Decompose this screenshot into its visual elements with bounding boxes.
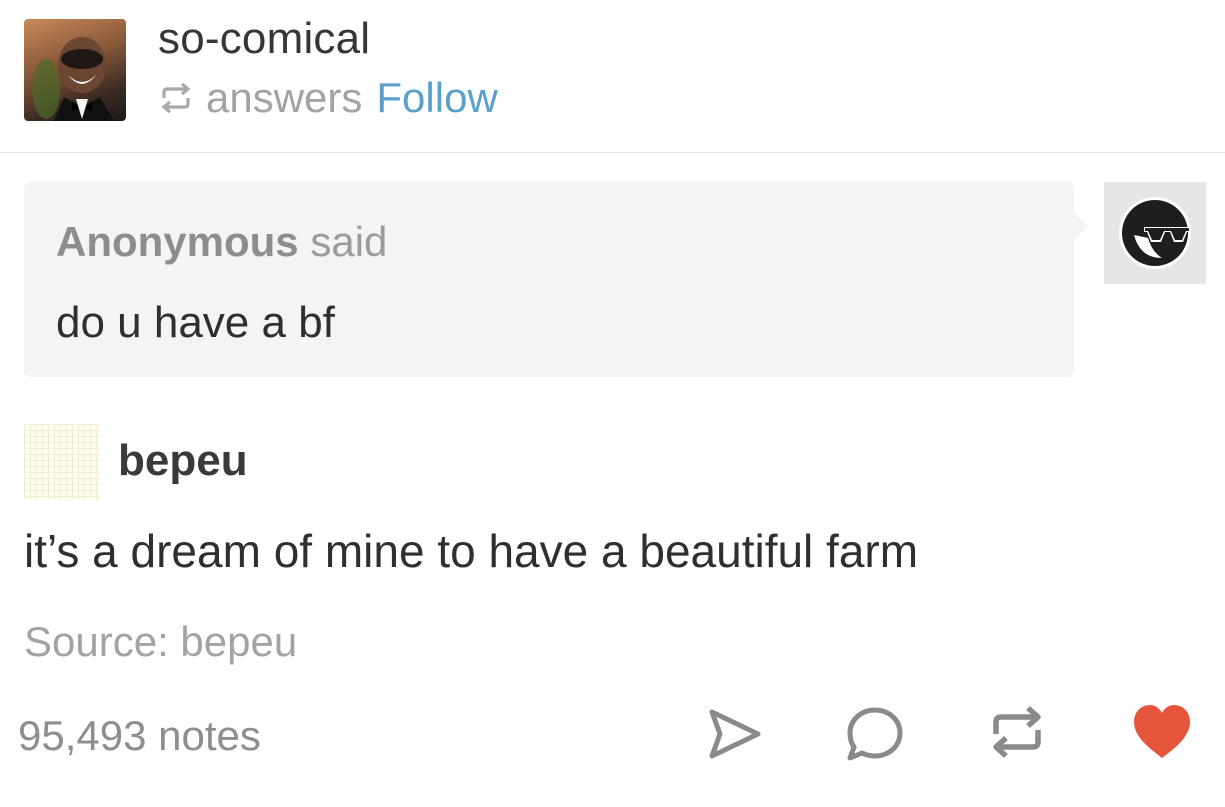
reblog-icon[interactable] xyxy=(985,700,1049,764)
answer-text: it’s a dream of mine to have a beautiful… xyxy=(24,525,919,577)
source-link[interactable]: Source: bepeu xyxy=(24,618,297,666)
asker-name: Anonymous xyxy=(56,218,299,265)
ask-question-text: do u have a bf xyxy=(56,298,335,347)
notes-count[interactable]: 95,493 notes xyxy=(18,712,261,760)
reply-icon[interactable] xyxy=(842,700,906,764)
post-action-text: answers xyxy=(206,74,363,121)
post-action-line: answers Follow xyxy=(158,73,498,123)
blog-avatar[interactable] xyxy=(24,19,126,121)
answerer-name-link[interactable]: bepeu xyxy=(118,436,248,486)
follow-button[interactable]: Follow xyxy=(376,74,497,122)
ask-bubble: Anonymous said do u have a bf xyxy=(24,182,1088,377)
anonymous-sunglasses-icon xyxy=(1104,182,1206,284)
reblog-small-icon xyxy=(158,82,194,114)
asker-line: Anonymous said xyxy=(56,218,387,266)
post-header: so-comical answers Follow xyxy=(0,0,1225,153)
blog-name-link[interactable]: so-comical xyxy=(158,14,370,64)
share-icon[interactable] xyxy=(702,700,766,764)
asker-said-text: said xyxy=(310,218,388,265)
answerer-avatar[interactable] xyxy=(24,424,100,500)
like-heart-icon[interactable] xyxy=(1130,700,1194,764)
